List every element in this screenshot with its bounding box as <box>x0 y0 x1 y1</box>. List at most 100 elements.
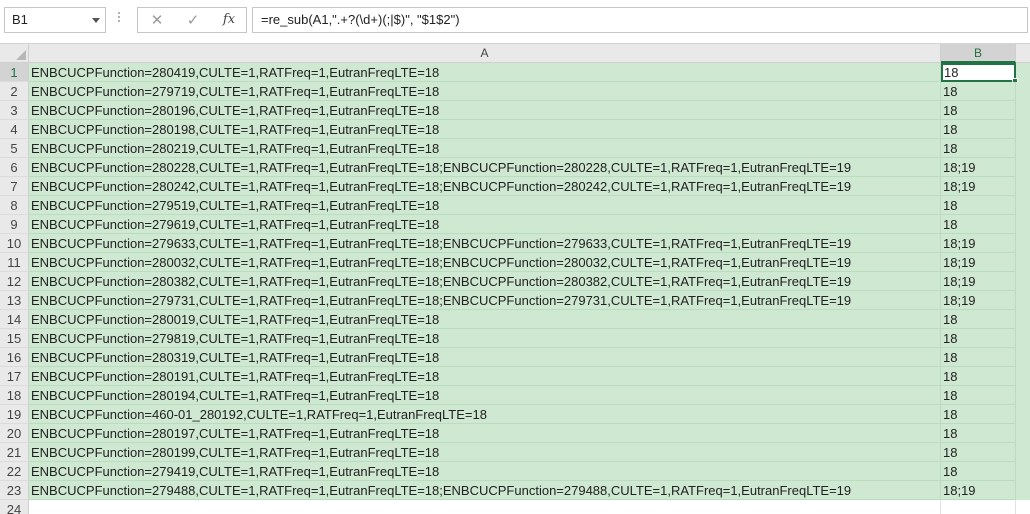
cell-c[interactable] <box>1016 120 1030 139</box>
cell-a[interactable]: ENBCUCPFunction=280032,CULTE=1,RATFreq=1… <box>29 253 941 272</box>
row-header[interactable]: 3 <box>0 101 29 120</box>
cell-b[interactable] <box>941 500 1016 514</box>
cell-a[interactable]: ENBCUCPFunction=279619,CULTE=1,RATFreq=1… <box>29 215 941 234</box>
row-header[interactable]: 7 <box>0 177 29 196</box>
cell-b[interactable]: 18 <box>941 310 1016 329</box>
cell-c[interactable] <box>1016 63 1030 82</box>
cell-c[interactable] <box>1016 424 1030 443</box>
cell-b[interactable]: 18 <box>941 367 1016 386</box>
cell-b[interactable]: 18;19 <box>941 253 1016 272</box>
row-header[interactable]: 13 <box>0 291 29 310</box>
cell-b[interactable]: 18;19 <box>941 158 1016 177</box>
row-header[interactable]: 24 <box>0 500 29 514</box>
cell-a[interactable]: ENBCUCPFunction=280196,CULTE=1,RATFreq=1… <box>29 101 941 120</box>
row-header[interactable]: 17 <box>0 367 29 386</box>
cell-b[interactable]: 18 <box>941 386 1016 405</box>
cell-c[interactable] <box>1016 158 1030 177</box>
cell-a[interactable]: ENBCUCPFunction=280191,CULTE=1,RATFreq=1… <box>29 367 941 386</box>
cell-a[interactable]: ENBCUCPFunction=279731,CULTE=1,RATFreq=1… <box>29 291 941 310</box>
row-header[interactable]: 19 <box>0 405 29 424</box>
row-header[interactable]: 5 <box>0 139 29 158</box>
cell-b[interactable]: 18 <box>941 139 1016 158</box>
cell-a[interactable]: ENBCUCPFunction=280198,CULTE=1,RATFreq=1… <box>29 120 941 139</box>
cell-a[interactable]: ENBCUCPFunction=280019,CULTE=1,RATFreq=1… <box>29 310 941 329</box>
cell-c[interactable] <box>1016 82 1030 101</box>
insert-function-icon[interactable]: fx <box>212 8 246 32</box>
column-header-c[interactable] <box>1016 44 1030 63</box>
cell-b[interactable]: 18;19 <box>941 234 1016 253</box>
column-header-a[interactable]: A <box>29 44 941 63</box>
row-header[interactable]: 2 <box>0 82 29 101</box>
cell-a[interactable]: ENBCUCPFunction=279519,CULTE=1,RATFreq=1… <box>29 196 941 215</box>
cell-c[interactable] <box>1016 310 1030 329</box>
row-header[interactable]: 9 <box>0 215 29 234</box>
cell-b[interactable]: 18;19 <box>941 177 1016 196</box>
row-header[interactable]: 12 <box>0 272 29 291</box>
cell-a[interactable]: ENBCUCPFunction=280228,CULTE=1,RATFreq=1… <box>29 158 941 177</box>
row-header[interactable]: 18 <box>0 386 29 405</box>
cell-c[interactable] <box>1016 386 1030 405</box>
cell-b[interactable]: 18 <box>941 196 1016 215</box>
cell-c[interactable] <box>1016 329 1030 348</box>
cell-b[interactable]: 18 <box>941 215 1016 234</box>
cell-b[interactable]: 18 <box>941 101 1016 120</box>
row-header[interactable]: 20 <box>0 424 29 443</box>
cell-a[interactable]: ENBCUCPFunction=460-01_280192,CULTE=1,RA… <box>29 405 941 424</box>
select-all-button[interactable] <box>0 44 29 63</box>
cell-c[interactable] <box>1016 443 1030 462</box>
active-cell-b[interactable]: 18 <box>941 63 1016 82</box>
cell-b[interactable]: 18;19 <box>941 291 1016 310</box>
cell-a[interactable]: ENBCUCPFunction=280219,CULTE=1,RATFreq=1… <box>29 139 941 158</box>
cell-c[interactable] <box>1016 291 1030 310</box>
row-header[interactable]: 23 <box>0 481 29 500</box>
row-header[interactable]: 10 <box>0 234 29 253</box>
cancel-icon[interactable]: ✕ <box>140 8 174 32</box>
cell-c[interactable] <box>1016 367 1030 386</box>
row-header[interactable]: 14 <box>0 310 29 329</box>
row-header[interactable]: 1 <box>0 63 29 82</box>
column-header-b[interactable]: B <box>941 44 1016 63</box>
cell-c[interactable] <box>1016 101 1030 120</box>
row-header[interactable]: 6 <box>0 158 29 177</box>
name-box[interactable]: B1 <box>4 7 106 33</box>
cell-c[interactable] <box>1016 481 1030 500</box>
cell-b[interactable]: 18 <box>941 120 1016 139</box>
cell-a[interactable]: ENBCUCPFunction=279719,CULTE=1,RATFreq=1… <box>29 82 941 101</box>
cell-a[interactable]: ENBCUCPFunction=279633,CULTE=1,RATFreq=1… <box>29 234 941 253</box>
cell-c[interactable] <box>1016 500 1030 514</box>
cell-b[interactable]: 18 <box>941 405 1016 424</box>
cell-b[interactable]: 18 <box>941 348 1016 367</box>
cell-c[interactable] <box>1016 196 1030 215</box>
row-header[interactable]: 4 <box>0 120 29 139</box>
cell-a[interactable]: ENBCUCPFunction=279419,CULTE=1,RATFreq=1… <box>29 462 941 481</box>
cell-b[interactable]: 18 <box>941 443 1016 462</box>
row-header[interactable]: 21 <box>0 443 29 462</box>
cell-b[interactable]: 18 <box>941 82 1016 101</box>
cell-a[interactable]: ENBCUCPFunction=280419,CULTE=1,RATFreq=1… <box>29 63 941 82</box>
cell-c[interactable] <box>1016 139 1030 158</box>
cell-b[interactable]: 18 <box>941 424 1016 443</box>
cell-a[interactable]: ENBCUCPFunction=280197,CULTE=1,RATFreq=1… <box>29 424 941 443</box>
cell-c[interactable] <box>1016 253 1030 272</box>
cell-a[interactable]: ENBCUCPFunction=280199,CULTE=1,RATFreq=1… <box>29 443 941 462</box>
cell-a[interactable]: ENBCUCPFunction=280319,CULTE=1,RATFreq=1… <box>29 348 941 367</box>
cell-a[interactable]: ENBCUCPFunction=279488,CULTE=1,RATFreq=1… <box>29 481 941 500</box>
cell-a[interactable]: ENBCUCPFunction=280194,CULTE=1,RATFreq=1… <box>29 386 941 405</box>
cell-b[interactable]: 18 <box>941 329 1016 348</box>
cell-b[interactable]: 18 <box>941 462 1016 481</box>
drag-handle-icon[interactable] <box>117 10 121 28</box>
enter-icon[interactable]: ✓ <box>176 8 210 32</box>
cell-a[interactable]: ENBCUCPFunction=279819,CULTE=1,RATFreq=1… <box>29 329 941 348</box>
cell-a[interactable] <box>29 500 941 514</box>
cell-b[interactable]: 18;19 <box>941 481 1016 500</box>
cell-c[interactable] <box>1016 348 1030 367</box>
row-header[interactable]: 16 <box>0 348 29 367</box>
row-header[interactable]: 11 <box>0 253 29 272</box>
cell-c[interactable] <box>1016 177 1030 196</box>
chevron-down-icon[interactable] <box>92 18 100 23</box>
cell-c[interactable] <box>1016 215 1030 234</box>
row-header[interactable]: 8 <box>0 196 29 215</box>
cell-c[interactable] <box>1016 462 1030 481</box>
cell-c[interactable] <box>1016 234 1030 253</box>
cell-c[interactable] <box>1016 405 1030 424</box>
